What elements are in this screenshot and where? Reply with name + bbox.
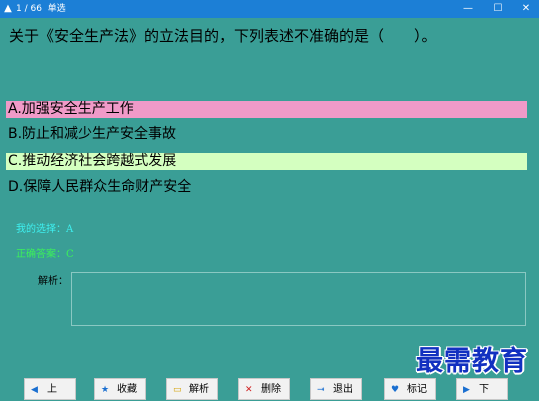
next-button[interactable]: ▶ 下 [456,378,508,400]
favorite-button-label: 收藏 [117,384,137,395]
watermark-logo: 最需教育 [416,346,528,377]
option-a[interactable]: A.加强安全生产工作 [6,101,527,118]
minimize-button[interactable]: — [453,0,483,18]
title-bar: ▲ 1 / 66 单选 — ☐ ✕ [0,0,539,18]
previous-button[interactable]: ◀ 上 [24,378,76,400]
question-counter: 1 / 66 [16,4,42,14]
window-title: 1 / 66 单选 [16,3,66,15]
option-c[interactable]: C.推动经济社会跨越式发展 [6,153,527,170]
delete-button[interactable]: ✕ 删除 [238,378,290,400]
question-text: 关于《安全生产法》的立法目的，下列表述不准确的是（ ）。 [9,27,437,45]
delete-button-label: 删除 [261,384,281,395]
favorite-button[interactable]: ★ 收藏 [94,378,146,400]
analysis-icon: ▭ [173,385,182,395]
delete-icon: ✕ [245,385,253,395]
exit-button[interactable]: ⇥ 退出 [310,378,362,400]
mark-button[interactable]: ♥ 标记 [384,378,436,400]
analysis-label: 解析： [38,276,68,287]
exit-button-label: 退出 [333,384,353,395]
exit-icon: ⇥ [317,385,325,395]
arrow-left-icon: ◀ [31,385,38,395]
analysis-button[interactable]: ▭ 解析 [166,378,218,400]
next-button-label: 下 [479,384,489,395]
mark-button-label: 标记 [407,384,427,395]
star-icon: ★ [101,385,110,395]
previous-button-label: 上 [47,384,57,395]
option-b[interactable]: B.防止和减少生产安全事故 [6,126,527,143]
maximize-button[interactable]: ☐ [483,0,513,18]
mark-icon: ♥ [391,385,400,395]
analysis-box [71,272,526,326]
correct-answer-text: 正确答案：C [16,249,74,260]
arrow-right-icon: ▶ [463,385,470,395]
option-d[interactable]: D.保障人民群众生命财产安全 [6,179,527,196]
analysis-button-label: 解析 [189,384,209,395]
close-button[interactable]: ✕ [511,0,539,18]
app-icon: ▲ [4,3,12,14]
question-type: 单选 [47,4,66,14]
my-choice-text: 我的选择：A [16,224,74,235]
